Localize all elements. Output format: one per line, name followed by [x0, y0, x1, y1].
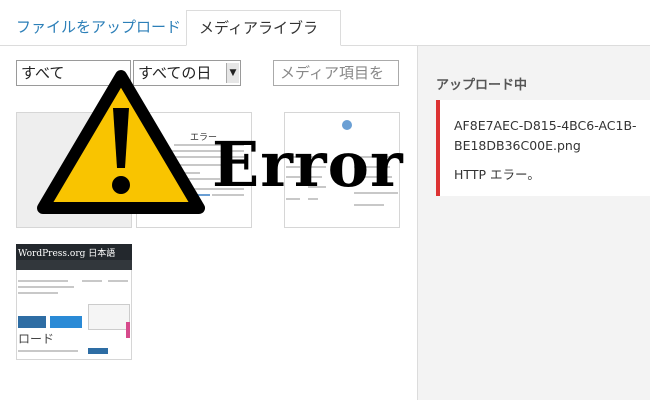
media-tabs: ファイルをアップロード メディアライブラリ: [0, 0, 650, 72]
error-file-name: AF8E7AEC-D815-4BC6-AC1B-BE18DB36C00E.png: [454, 118, 637, 153]
error-message: HTTP エラー。: [454, 167, 540, 182]
tab-upload-files[interactable]: ファイルをアップロード: [4, 10, 193, 45]
warning-icon: [37, 70, 205, 214]
media-library-panel: すべて すべての日 ▼ メディア項目を エラー WordPress.org 日本…: [0, 46, 417, 400]
search-input[interactable]: メディア項目を: [273, 60, 399, 86]
error-overlay-text: Error: [212, 128, 404, 201]
thumb-wp-logo: WordPress.org 日本語: [18, 249, 116, 259]
attachment-thumbnail[interactable]: WordPress.org 日本語 ロード: [16, 244, 132, 360]
upload-error-card: AF8E7AEC-D815-4BC6-AC1B-BE18DB36C00E.png…: [436, 100, 650, 196]
tab-media-library[interactable]: メディアライブラリ: [186, 10, 341, 72]
thumb-wp-title: ロード: [18, 332, 55, 346]
upload-sidebar: アップロード中 AF8E7AEC-D815-4BC6-AC1B-BE18DB36…: [417, 46, 650, 400]
chevron-down-icon: ▼: [226, 63, 239, 83]
uploading-title: アップロード中: [436, 78, 528, 93]
